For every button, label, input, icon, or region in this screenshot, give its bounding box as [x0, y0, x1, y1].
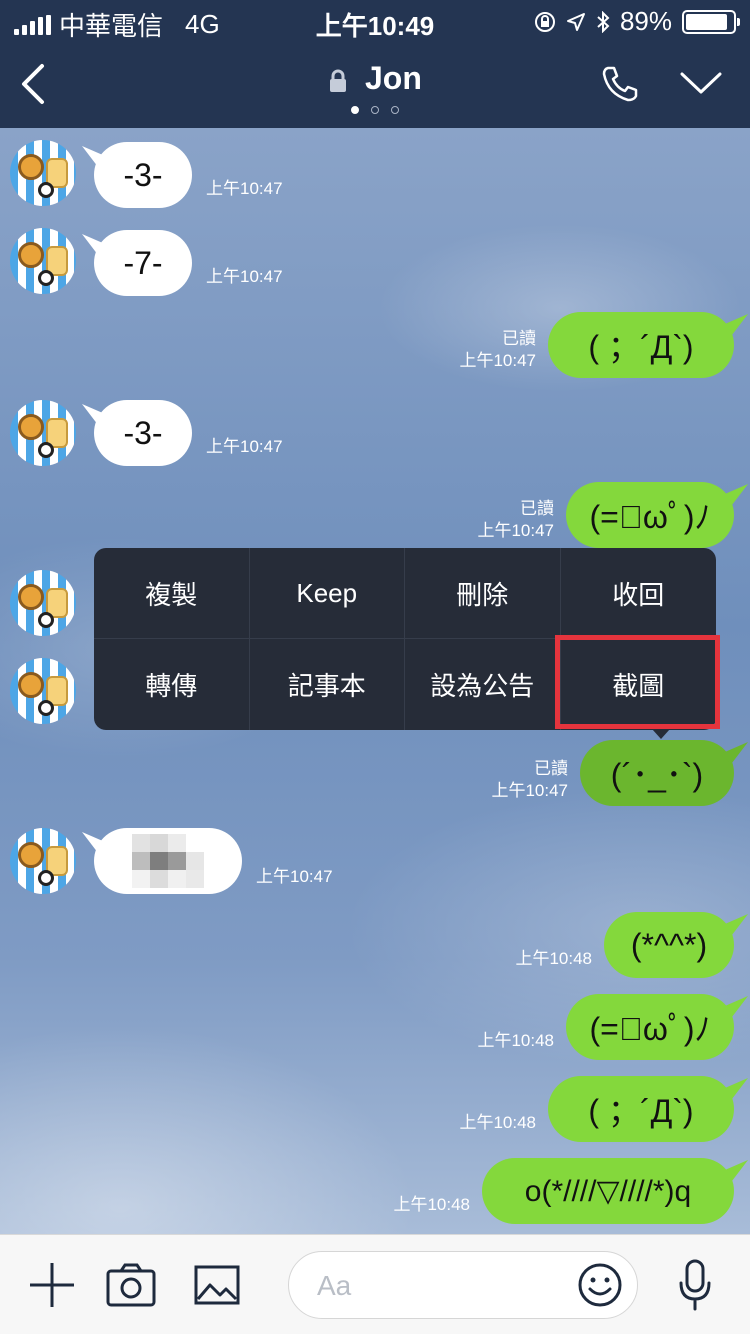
ball-icon — [38, 700, 54, 716]
message-context-menu: 複製 Keep 刪除 收回 轉傳 記事本 設為公告 截圖 — [94, 548, 716, 730]
message-bubble-incoming-pixelated[interactable] — [94, 828, 242, 894]
avatar[interactable] — [10, 828, 76, 894]
read-status: 已讀 — [502, 329, 536, 348]
lion-icon — [18, 672, 44, 698]
battery-icon — [682, 9, 740, 34]
lock-icon — [330, 69, 347, 92]
message-input[interactable]: Aa — [288, 1251, 638, 1319]
read-status: 已讀 — [520, 499, 554, 518]
avatar[interactable] — [10, 570, 76, 636]
message-bubble-outgoing[interactable]: (*^^*) — [604, 912, 734, 978]
lion-icon — [18, 242, 44, 268]
menu-item-unsend[interactable]: 收回 — [560, 548, 716, 639]
message-bubble-outgoing[interactable]: (=ﾟωﾟ)ﾉ — [566, 994, 734, 1060]
ball-icon — [38, 870, 54, 886]
message-time: 上午10:48 — [477, 1031, 554, 1050]
message-time: 上午10:47 — [206, 437, 283, 456]
menu-item-note[interactable]: 記事本 — [250, 639, 405, 730]
bluetooth-icon — [597, 10, 610, 33]
chat-title: Jon — [365, 60, 422, 96]
message-time: 上午10:47 — [206, 179, 283, 198]
menu-item-delete[interactable]: 刪除 — [405, 548, 561, 639]
page-indicator — [0, 106, 750, 114]
pixelated-content — [132, 834, 204, 888]
avatar[interactable] — [10, 400, 76, 466]
message-time: 上午10:48 — [393, 1195, 470, 1214]
message-bubble-incoming[interactable]: -3- — [94, 400, 192, 466]
menu-item-forward[interactable]: 轉傳 — [94, 639, 250, 730]
message-time: 上午10:47 — [491, 781, 568, 800]
message-time: 上午10:48 — [515, 949, 592, 968]
message-bubble-incoming[interactable]: -3- — [94, 142, 192, 208]
phone-icon[interactable] — [600, 64, 640, 104]
read-status: 已讀 — [534, 759, 568, 778]
message-time: 上午10:47 — [459, 351, 536, 370]
lion-icon — [18, 842, 44, 868]
ball-icon — [38, 270, 54, 286]
battery-fill — [686, 13, 727, 30]
message-time: 上午10:47 — [256, 867, 333, 886]
message-bubble-outgoing[interactable]: ( ；´Д`) — [548, 1076, 734, 1142]
message-bubble-outgoing[interactable]: ( ；´Д`) — [548, 312, 734, 378]
lion-icon — [18, 584, 44, 610]
ball-icon — [38, 182, 54, 198]
message-time: 上午10:48 — [459, 1113, 536, 1132]
emoji-icon[interactable] — [577, 1262, 623, 1308]
lion-icon — [18, 414, 44, 440]
menu-item-announce[interactable]: 設為公告 — [405, 639, 561, 730]
message-bubble-incoming[interactable]: -7- — [94, 230, 192, 296]
microphone-icon[interactable] — [678, 1259, 712, 1311]
ball-icon — [38, 442, 54, 458]
status-bar: 中華電信 4G 上午10:49 89% — [0, 0, 750, 41]
status-right: 89% — [534, 6, 740, 37]
image-icon[interactable] — [194, 1265, 240, 1305]
chevron-down-icon[interactable] — [680, 72, 722, 96]
battery-percent: 89% — [619, 6, 672, 36]
menu-item-screenshot[interactable]: 截圖 — [561, 639, 717, 730]
page-dot — [351, 106, 359, 114]
chat-header: Jon — [0, 40, 750, 128]
message-bubble-outgoing[interactable]: (=ﾟωﾟ)ﾉ — [566, 482, 734, 548]
message-bubble-outgoing-selected[interactable]: (´･_･`) — [580, 740, 734, 806]
page-dot — [371, 106, 379, 114]
ball-icon — [38, 612, 54, 628]
message-time: 上午10:47 — [477, 521, 554, 540]
message-time: 上午10:47 — [206, 267, 283, 286]
avatar[interactable] — [10, 658, 76, 724]
rotation-lock-icon — [534, 11, 555, 32]
lion-icon — [18, 154, 44, 180]
menu-item-keep[interactable]: Keep — [249, 548, 405, 639]
message-input-placeholder: Aa — [317, 1270, 352, 1301]
location-icon — [566, 12, 585, 31]
plus-icon[interactable] — [28, 1261, 76, 1309]
camera-icon[interactable] — [106, 1263, 156, 1307]
avatar[interactable] — [10, 228, 76, 294]
avatar[interactable] — [10, 140, 76, 206]
menu-item-copy[interactable]: 複製 — [94, 548, 250, 639]
page-dot — [391, 106, 399, 114]
message-bubble-outgoing[interactable]: o(*////▽////*)q — [482, 1158, 734, 1224]
input-bar: Aa — [0, 1234, 750, 1334]
